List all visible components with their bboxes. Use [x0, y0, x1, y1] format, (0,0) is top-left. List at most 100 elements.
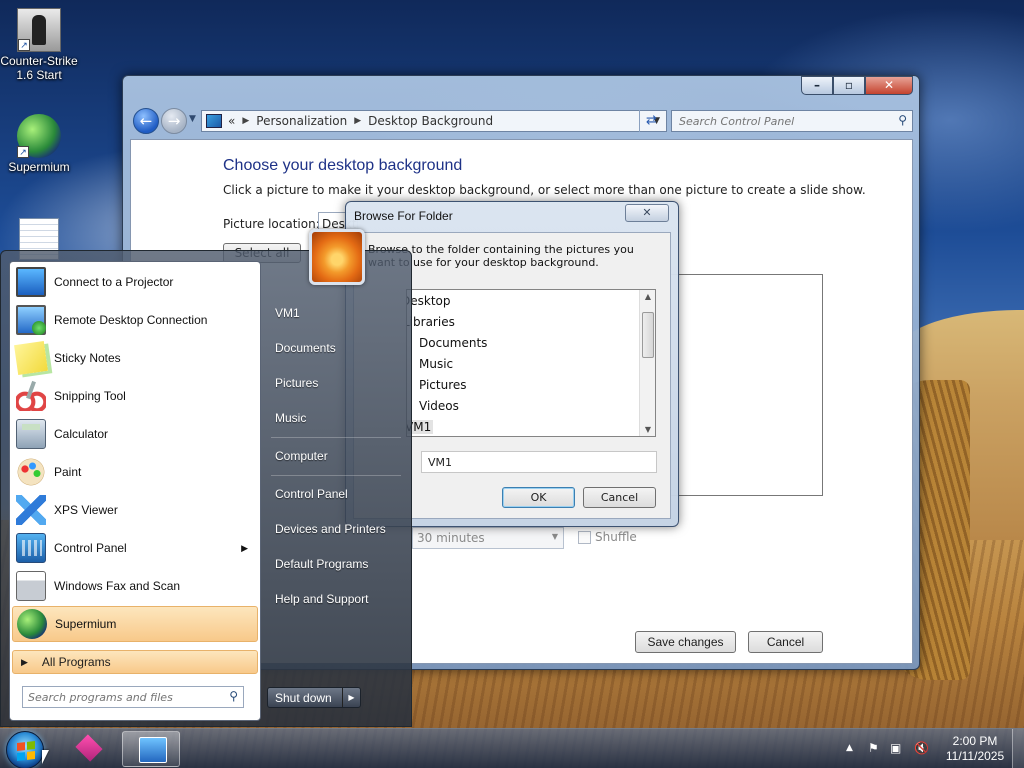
- desktop-icon-label: Counter-Strike 1.6 Start: [0, 54, 78, 82]
- volume-muted-icon[interactable]: 🔇: [914, 741, 929, 755]
- program-snipping-tool[interactable]: Snipping Tool: [12, 378, 258, 414]
- start-right-default-programs[interactable]: Default Programs: [269, 549, 405, 579]
- program-sticky-notes[interactable]: Sticky Notes: [12, 340, 258, 376]
- breadcrumb-separator-icon[interactable]: ▶: [242, 116, 249, 126]
- start-search-input[interactable]: [23, 687, 213, 707]
- chevron-down-icon: ▼: [551, 532, 558, 541]
- program-control-panel[interactable]: Control Panel ▶: [12, 530, 258, 566]
- program-connect-to-projector[interactable]: Connect to a Projector: [12, 264, 258, 300]
- program-calculator[interactable]: Calculator: [12, 416, 258, 452]
- close-button[interactable]: ✕: [865, 76, 913, 95]
- back-button[interactable]: ←: [133, 108, 159, 134]
- tree-item-desktop[interactable]: Desktop: [407, 294, 451, 308]
- start-search-box[interactable]: ⚲: [22, 686, 244, 708]
- forward-button[interactable]: →: [161, 108, 187, 134]
- clock-date: 11/11/2025: [945, 749, 1005, 763]
- start-menu-programs-pane: Connect to a Projector Remote Desktop Co…: [9, 261, 261, 721]
- start-right-vm1[interactable]: VM1: [269, 298, 405, 328]
- address-bar[interactable]: « ▶ Personalization ▶ Desktop Background…: [201, 110, 667, 132]
- program-remote-desktop[interactable]: Remote Desktop Connection: [12, 302, 258, 338]
- control-panel-search-input[interactable]: [672, 111, 882, 131]
- tree-item-videos[interactable]: Videos: [419, 399, 459, 413]
- start-right-documents[interactable]: Documents: [269, 333, 405, 363]
- all-programs-button[interactable]: ▶ All Programs: [12, 650, 258, 674]
- desktop-icon-counter-strike[interactable]: ↗ Counter-Strike 1.6 Start: [0, 8, 78, 82]
- dialog-cancel-button[interactable]: Cancel: [583, 487, 656, 508]
- tree-item-music[interactable]: Music: [419, 357, 453, 371]
- program-label: Sticky Notes: [54, 351, 121, 365]
- scroll-up-icon[interactable]: ▲: [640, 292, 655, 301]
- scroll-thumb[interactable]: [642, 312, 654, 358]
- desktop-icon-supermium[interactable]: ↗ Supermium: [0, 114, 78, 174]
- tree-item-libraries[interactable]: Libraries: [407, 315, 455, 329]
- control-panel-icon: [206, 114, 222, 128]
- selected-folder-field[interactable]: VM1: [421, 451, 657, 473]
- program-label: Control Panel: [54, 541, 127, 555]
- breadcrumb-desktop-background[interactable]: Desktop Background: [368, 114, 493, 128]
- program-xps-viewer[interactable]: XPS Viewer: [12, 492, 258, 528]
- all-programs-label: All Programs: [41, 655, 111, 669]
- counter-strike-icon: ↗: [17, 8, 61, 52]
- search-icon[interactable]: ⚲: [229, 689, 238, 703]
- show-desktop-button[interactable]: [1012, 729, 1024, 768]
- program-label: Snipping Tool: [54, 389, 126, 403]
- show-hidden-icons-icon[interactable]: ▲: [846, 743, 853, 753]
- start-right-music[interactable]: Music: [269, 403, 405, 433]
- shuffle-label: Shuffle: [595, 530, 637, 544]
- breadcrumb-overflow[interactable]: «: [228, 114, 235, 128]
- start-button[interactable]: [6, 731, 44, 768]
- start-right-help-support[interactable]: Help and Support: [269, 584, 405, 614]
- navigation-toolbar: ← → ▼ « ▶ Personalization ▶ Desktop Back…: [131, 106, 913, 136]
- checkbox-box[interactable]: [578, 530, 591, 544]
- cancel-button[interactable]: Cancel: [748, 631, 823, 653]
- start-right-control-panel[interactable]: Control Panel: [269, 479, 405, 509]
- action-center-flag-icon[interactable]: ⚑: [868, 741, 879, 755]
- program-label: Calculator: [54, 427, 109, 441]
- user-picture-flower-icon[interactable]: [309, 229, 365, 285]
- minimize-button[interactable]: –: [801, 76, 833, 95]
- refresh-button[interactable]: ⇄: [639, 110, 663, 132]
- shortcut-arrow-icon: ↗: [18, 39, 30, 51]
- page-description: Click a picture to make it your desktop …: [223, 183, 866, 197]
- clock[interactable]: 2:00 PM 11/11/2025: [940, 734, 1010, 764]
- taskbar-control-panel-button[interactable]: [122, 731, 180, 767]
- start-right-computer[interactable]: Computer: [269, 441, 405, 471]
- program-supermium[interactable]: Supermium: [12, 606, 258, 642]
- program-label: Connect to a Projector: [54, 275, 174, 289]
- search-icon[interactable]: ⚲: [898, 113, 907, 127]
- shutdown-options-arrow-icon[interactable]: ▶: [342, 688, 360, 707]
- system-tray: ▲ ⚑ ▣ 🔇 2:00 PM 11/11/2025: [840, 729, 1024, 768]
- tree-scrollbar[interactable]: ▲ ▼: [639, 290, 655, 436]
- program-paint[interactable]: Paint: [12, 454, 258, 490]
- start-right-separator: [271, 475, 401, 476]
- page-title: Choose your desktop background: [223, 157, 463, 174]
- start-menu: Connect to a Projector Remote Desktop Co…: [0, 229, 412, 727]
- snipping-tool-icon: [16, 381, 46, 411]
- start-right-pictures[interactable]: Pictures: [269, 368, 405, 398]
- submenu-arrow-icon[interactable]: ▶: [241, 543, 248, 554]
- tree-item-pictures[interactable]: Pictures: [419, 378, 467, 392]
- ok-button[interactable]: OK: [502, 487, 575, 508]
- breadcrumb-separator-icon[interactable]: ▶: [354, 116, 361, 126]
- shutdown-button[interactable]: Shut down ▶: [267, 687, 361, 708]
- windows-logo-icon: [17, 741, 35, 761]
- mouse-pointer-icon: [42, 750, 49, 764]
- scroll-down-icon[interactable]: ▼: [640, 425, 655, 434]
- dialog-close-button[interactable]: ✕: [625, 204, 669, 222]
- paint-icon: [16, 457, 46, 487]
- control-panel-search[interactable]: ⚲: [671, 110, 913, 132]
- save-changes-button[interactable]: Save changes: [635, 631, 736, 653]
- start-right-devices-printers[interactable]: Devices and Printers: [269, 514, 405, 544]
- network-icon[interactable]: ▣: [890, 741, 901, 755]
- change-picture-interval-select[interactable]: 30 minutes ▼: [412, 527, 564, 549]
- maximize-button[interactable]: ▫: [833, 76, 865, 95]
- tree-item-documents[interactable]: Documents: [419, 336, 487, 350]
- start-right-separator: [271, 437, 401, 438]
- shuffle-checkbox[interactable]: Shuffle: [578, 530, 637, 544]
- folder-tree[interactable]: Desktop Libraries Documents Music Pictur…: [406, 289, 656, 437]
- breadcrumb-personalization[interactable]: Personalization: [256, 114, 347, 128]
- program-windows-fax-scan[interactable]: Windows Fax and Scan: [12, 568, 258, 604]
- taskbar-pinned-app[interactable]: [60, 731, 118, 767]
- history-dropdown-icon[interactable]: ▼: [189, 114, 196, 124]
- clock-time: 2:00 PM: [952, 734, 998, 748]
